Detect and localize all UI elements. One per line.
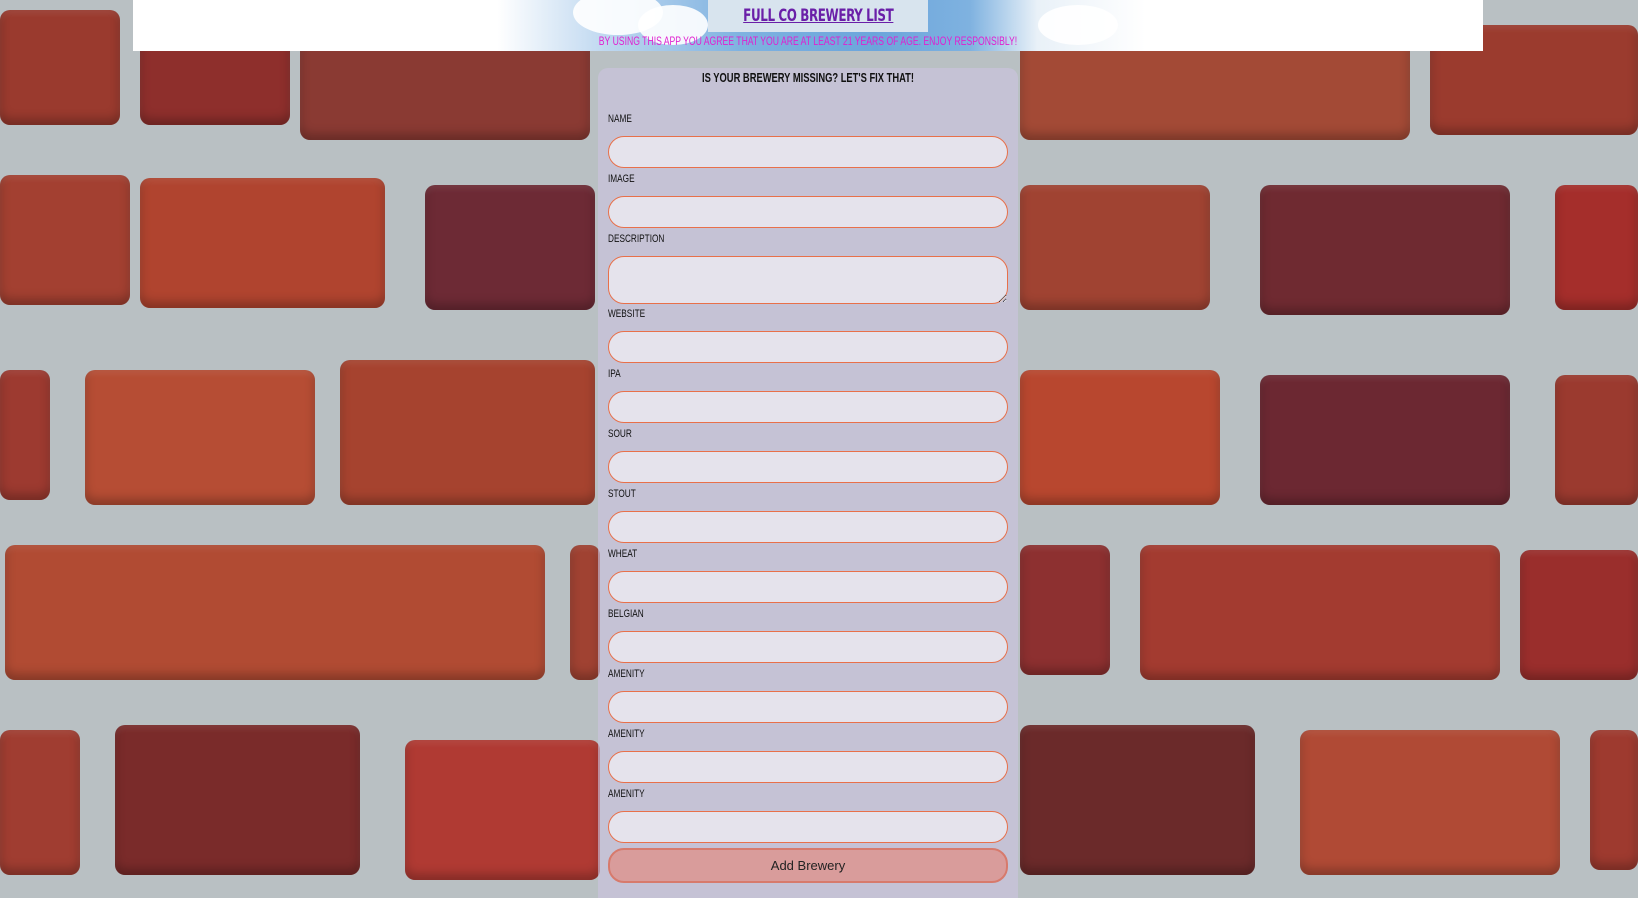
website-label: WEBSITE — [608, 308, 646, 320]
amenity-input-2[interactable] — [608, 751, 1008, 783]
belgian-label: BELGIAN — [608, 608, 644, 620]
sour-input[interactable] — [608, 451, 1008, 483]
wheat-input[interactable] — [608, 571, 1008, 603]
form-heading: IS YOUR BREWERY MISSING? LET'S FIX THAT! — [702, 70, 914, 85]
name-label: NAME — [608, 113, 632, 125]
amenity-input-3[interactable] — [608, 811, 1008, 843]
amenity-label-1: AMENITY — [608, 668, 645, 680]
add-brewery-button[interactable]: Add Brewery — [608, 848, 1008, 883]
ipa-label: IPA — [608, 368, 621, 380]
belgian-input[interactable] — [608, 631, 1008, 663]
description-textarea[interactable] — [608, 256, 1008, 304]
brewery-list-link[interactable]: FULL CO BREWERY LIST — [743, 6, 894, 26]
image-label: IMAGE — [608, 173, 635, 185]
image-input[interactable] — [608, 196, 1008, 228]
amenity-label-2: AMENITY — [608, 728, 645, 740]
sour-label: SOUR — [608, 428, 632, 440]
wheat-label: WHEAT — [608, 548, 638, 560]
stout-label: STOUT — [608, 488, 636, 500]
amenity-input-1[interactable] — [608, 691, 1008, 723]
title-box: FULL CO BREWERY LIST — [708, 0, 928, 32]
stout-input[interactable] — [608, 511, 1008, 543]
website-input[interactable] — [608, 331, 1008, 363]
add-brewery-form: IS YOUR BREWERY MISSING? LET'S FIX THAT!… — [598, 68, 1018, 898]
description-label: DESCRIPTION — [608, 233, 665, 245]
amenity-label-3: AMENITY — [608, 788, 645, 800]
ipa-input[interactable] — [608, 391, 1008, 423]
name-input[interactable] — [608, 136, 1008, 168]
age-disclaimer: BY USING THIS APP YOU AGREE THAT YOU ARE… — [598, 34, 1018, 48]
